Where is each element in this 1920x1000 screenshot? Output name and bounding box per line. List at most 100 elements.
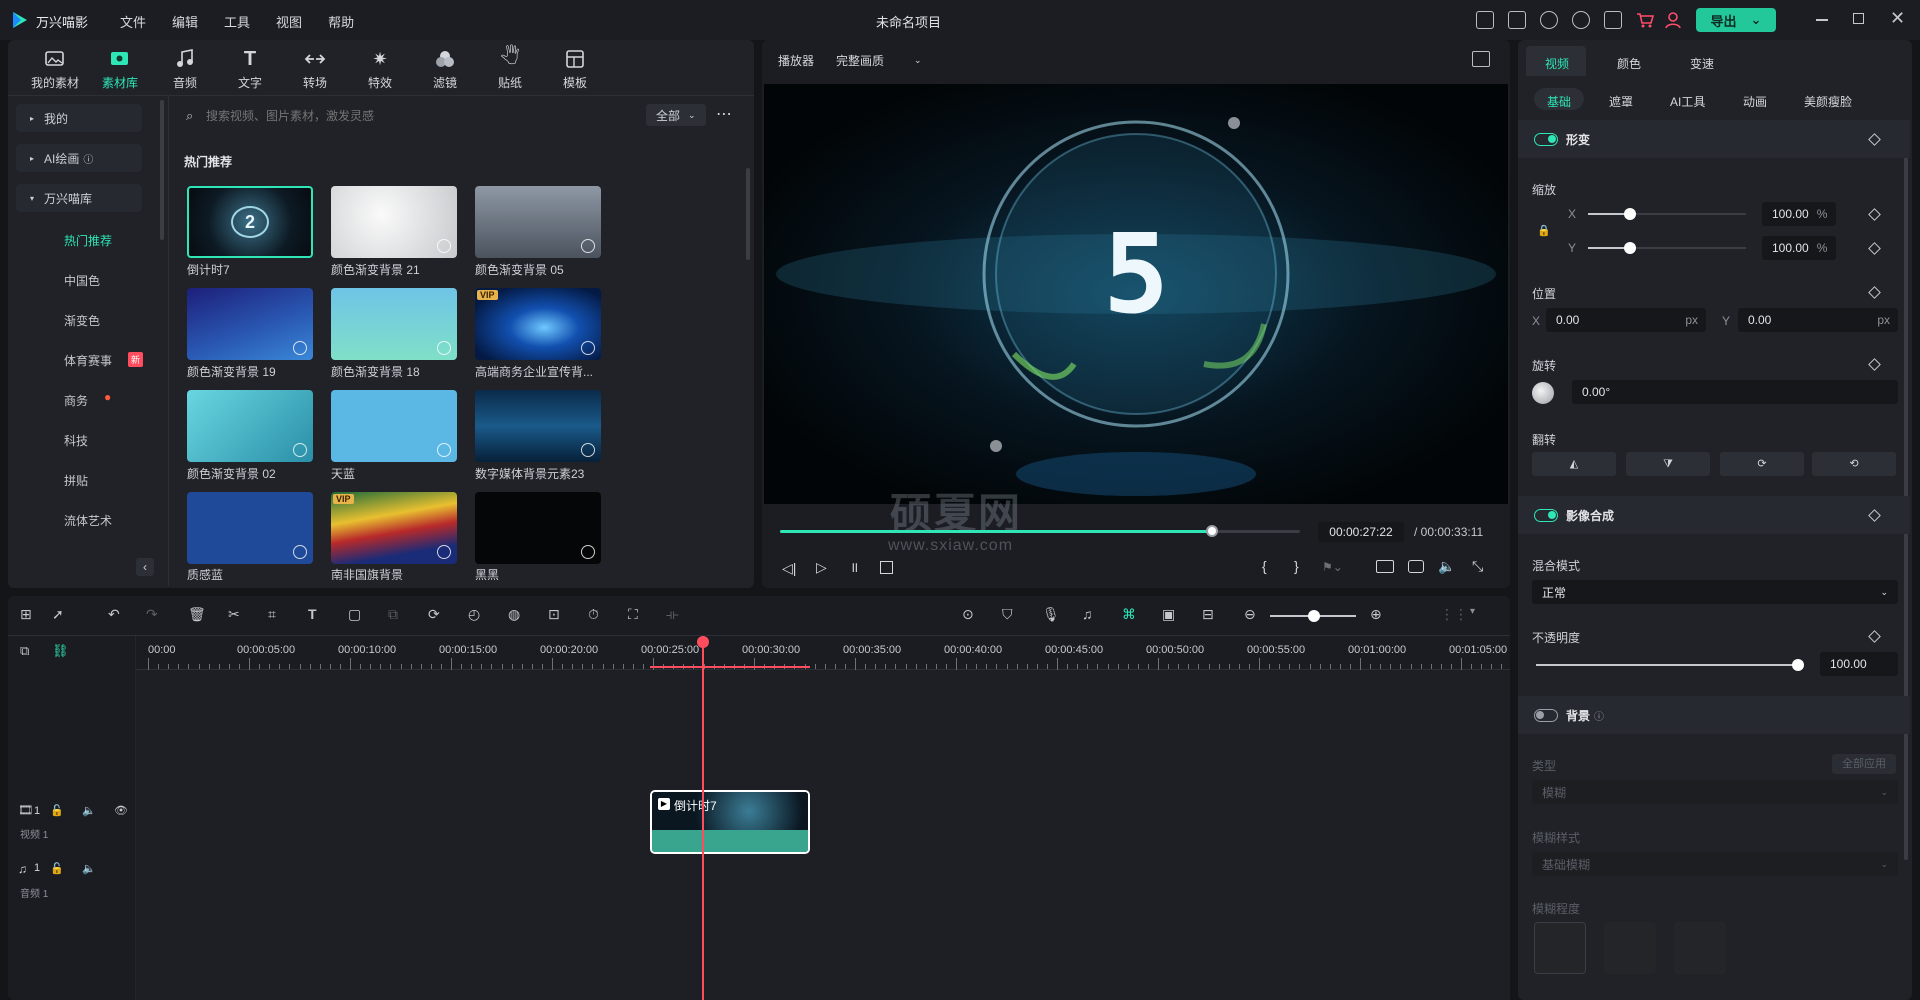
library-thumb[interactable]: [331, 186, 457, 258]
subtab-mask[interactable]: 遮罩: [1609, 93, 1633, 110]
time-ruler[interactable]: 00:00 00:00:05:00 00:00:10:00 00:00:15:00 00…: [136, 636, 1510, 670]
library-thumb[interactable]: [187, 288, 313, 360]
mute-icon[interactable]: 🔈: [82, 804, 96, 817]
zoom-out-icon[interactable]: ⊖: [1244, 606, 1260, 622]
volume-icon[interactable]: 🔈: [1438, 558, 1455, 575]
redo-icon[interactable]: ↷: [146, 606, 162, 622]
menu-tools[interactable]: 工具: [224, 12, 250, 31]
cart-icon[interactable]: [1636, 11, 1654, 29]
subtab-ai-tools[interactable]: AI工具: [1670, 93, 1705, 110]
lock-icon[interactable]: 🔓: [50, 804, 64, 817]
flip-horizontal-button[interactable]: ◭: [1532, 452, 1616, 476]
tool-stock-library[interactable]: 素材库: [91, 48, 149, 91]
mark-out-icon[interactable]: }: [1294, 558, 1299, 574]
work-area-marker[interactable]: [650, 666, 810, 668]
collapse-sidebar-icon[interactable]: ‹: [136, 558, 154, 576]
microphone-icon[interactable]: 🎙: [1042, 606, 1060, 622]
menu-file[interactable]: 文件: [120, 12, 146, 31]
save-icon[interactable]: [1508, 11, 1526, 29]
sidebar-group-library[interactable]: ▾ 万兴喵库: [16, 184, 142, 212]
restore-icon[interactable]: [1853, 13, 1864, 24]
opacity-input[interactable]: 100.00: [1820, 652, 1898, 676]
render-icon[interactable]: ⊙: [962, 606, 978, 622]
playhead-line[interactable]: [702, 644, 704, 1000]
scale-x-input[interactable]: 100.00%: [1762, 202, 1836, 226]
subtab-basic[interactable]: 基础: [1547, 93, 1571, 110]
tab-speed[interactable]: 变速: [1690, 55, 1714, 72]
sidebar-group-ai-art[interactable]: ▸ AI绘画 ⓘ: [16, 144, 142, 172]
tool-audio[interactable]: 音频: [156, 48, 214, 91]
select-tool-icon[interactable]: ➚: [52, 606, 68, 622]
library-thumb[interactable]: [187, 492, 313, 564]
mute-icon[interactable]: 🔈: [82, 862, 96, 875]
scissors-icon[interactable]: ✂: [228, 606, 244, 622]
camera-icon[interactable]: [1408, 560, 1424, 573]
position-y-input[interactable]: 0.00 px: [1738, 308, 1898, 332]
download-icon[interactable]: [581, 443, 595, 457]
rotation-dial[interactable]: [1532, 382, 1554, 404]
more-options-icon[interactable]: ⋯: [716, 104, 732, 124]
chevron-down-icon[interactable]: ⌄: [1751, 12, 1762, 28]
audio-mix-icon[interactable]: ♫: [1082, 606, 1098, 622]
sidebar-item-hot[interactable]: 热门推荐: [64, 232, 112, 249]
crop-icon[interactable]: ⌗: [268, 606, 284, 622]
inspector-scrollbar[interactable]: [1904, 120, 1908, 860]
tab-color[interactable]: 颜色: [1617, 55, 1641, 72]
delete-icon[interactable]: 🗑: [188, 606, 206, 622]
color-palette-icon[interactable]: ◍: [508, 606, 524, 622]
scale-y-slider[interactable]: [1588, 242, 1746, 254]
scale-y-input[interactable]: 100.00%: [1762, 236, 1836, 260]
display-icon[interactable]: [1376, 560, 1394, 573]
sidebar-item-business[interactable]: 商务: [64, 392, 88, 409]
speed-icon[interactable]: ⟳: [428, 606, 444, 622]
lock-icon[interactable]: 🔓: [50, 862, 64, 875]
library-thumb[interactable]: [187, 390, 313, 462]
fit-icon[interactable]: ⛶: [628, 606, 644, 622]
sidebar-group-mine[interactable]: ▸ 我的: [16, 104, 142, 132]
download-icon[interactable]: [293, 341, 307, 355]
position-x-input[interactable]: 0.00 px: [1546, 308, 1706, 332]
sidebar-scrollbar[interactable]: [160, 100, 164, 240]
zoom-in-icon[interactable]: ⊕: [1370, 606, 1386, 622]
timer-icon[interactable]: ◴: [468, 606, 484, 622]
rotation-input[interactable]: 0.00°: [1572, 380, 1898, 404]
slider-handle[interactable]: [1792, 659, 1804, 671]
sidebar-item-chinese-colors[interactable]: 中国色: [64, 272, 100, 289]
download-icon[interactable]: [581, 239, 595, 253]
search-input[interactable]: [206, 104, 626, 128]
headset-icon[interactable]: [1572, 11, 1590, 29]
close-icon[interactable]: ✕: [1890, 8, 1905, 29]
grid-icon[interactable]: [1604, 11, 1622, 29]
filter-dropdown[interactable]: 全部 ⌄: [646, 104, 706, 126]
tool-my-media[interactable]: 我的素材: [26, 48, 84, 91]
library-thumb[interactable]: [475, 390, 601, 462]
export-button[interactable]: 导出 ⌄: [1696, 8, 1776, 32]
tool-effects[interactable]: ✷ 特效: [351, 48, 409, 91]
blur-level-option[interactable]: [1534, 922, 1586, 974]
subtab-beauty[interactable]: 美颜瘦脸: [1804, 93, 1852, 110]
opacity-slider[interactable]: [1536, 659, 1804, 671]
download-icon[interactable]: [437, 239, 451, 253]
menu-edit[interactable]: 编辑: [172, 12, 198, 31]
layout-icon[interactable]: [1476, 11, 1494, 29]
library-thumb[interactable]: VIP: [475, 288, 601, 360]
download-icon[interactable]: [437, 443, 451, 457]
rotate-left-button[interactable]: ⟲: [1812, 452, 1896, 476]
compositing-toggle[interactable]: [1534, 508, 1558, 522]
chevron-down-icon[interactable]: ▾: [1470, 606, 1486, 622]
playback-progress[interactable]: [780, 530, 1300, 533]
download-icon[interactable]: [437, 341, 451, 355]
download-icon[interactable]: [293, 545, 307, 559]
blur-style-select[interactable]: 基础模糊 ⌄: [1532, 852, 1898, 876]
library-thumb[interactable]: [475, 186, 601, 258]
eye-icon[interactable]: 👁: [114, 804, 128, 817]
transform-toggle[interactable]: [1534, 132, 1558, 146]
download-icon[interactable]: [581, 545, 595, 559]
rotate-right-button[interactable]: ⟳: [1720, 452, 1804, 476]
sidebar-item-fluid-art[interactable]: 流体艺术: [64, 512, 112, 529]
current-time[interactable]: 00:00:27:22: [1318, 522, 1404, 542]
library-scrollbar[interactable]: [746, 168, 750, 260]
library-thumb[interactable]: 2: [187, 186, 313, 258]
snapshot-settings-icon[interactable]: [1472, 51, 1490, 67]
lock-ratio-icon[interactable]: 🔒: [1537, 224, 1551, 237]
